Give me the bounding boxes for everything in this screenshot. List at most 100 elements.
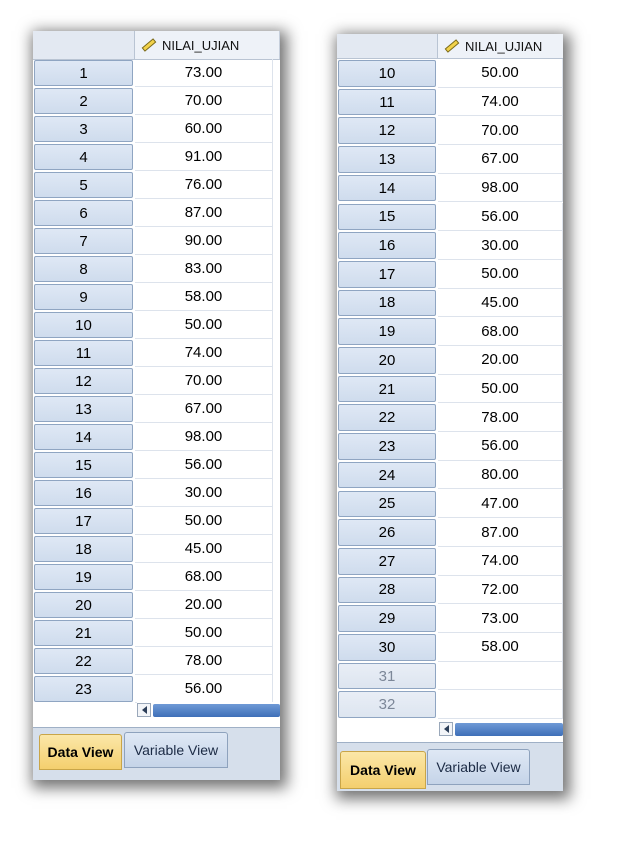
data-cell[interactable]: 98.00	[438, 173, 563, 203]
row-number-button[interactable]: 8	[34, 256, 133, 282]
row-number-button[interactable]: 23	[338, 433, 436, 460]
data-cell[interactable]: 70.00	[438, 116, 563, 146]
data-cell[interactable]: 50.00	[135, 619, 273, 647]
data-cell[interactable]: 78.00	[438, 403, 563, 433]
row-number-button[interactable]: 22	[338, 404, 436, 432]
data-cell[interactable]: 78.00	[135, 647, 273, 675]
row-number-button[interactable]: 13	[34, 396, 133, 422]
data-cell[interactable]: 70.00	[135, 367, 273, 395]
data-cell[interactable]: 30.00	[135, 479, 273, 507]
tab-data-view[interactable]: Data View	[39, 734, 122, 770]
data-cell[interactable]: 67.00	[135, 395, 273, 423]
row-number-button[interactable]: 14	[34, 424, 133, 450]
data-cell[interactable]: 90.00	[135, 227, 273, 255]
row-number-button[interactable]: 24	[338, 461, 436, 489]
row-number-button[interactable]: 25	[338, 490, 436, 518]
scroll-left-button[interactable]	[137, 703, 151, 717]
data-cell[interactable]	[438, 690, 563, 720]
row-number-button[interactable]: 20	[34, 592, 133, 618]
data-cell[interactable]: 74.00	[438, 87, 563, 117]
row-number-button[interactable]: 19	[338, 318, 436, 345]
header-corner[interactable]	[33, 31, 135, 59]
data-cell[interactable]: 45.00	[135, 535, 273, 563]
data-cell[interactable]: 20.00	[135, 591, 273, 619]
header-corner[interactable]	[337, 34, 438, 58]
row-number-button[interactable]: 18	[34, 536, 133, 562]
data-cell[interactable]: 60.00	[135, 115, 273, 143]
row-number-button[interactable]: 17	[34, 508, 133, 534]
tab-variable-view[interactable]: Variable View	[124, 732, 228, 768]
data-cell[interactable]: 74.00	[438, 546, 563, 576]
horizontal-scrollbar[interactable]	[439, 721, 563, 738]
row-number-button[interactable]: 27	[338, 547, 436, 575]
row-number-button[interactable]: 7	[34, 228, 133, 254]
data-cell[interactable]: 58.00	[438, 633, 563, 662]
data-cell[interactable]: 67.00	[438, 145, 563, 174]
data-cell[interactable]: 47.00	[438, 489, 563, 519]
row-number-button[interactable]: 6	[34, 200, 133, 226]
row-number-button[interactable]: 4	[34, 144, 133, 170]
row-number-button[interactable]: 31	[338, 662, 436, 690]
row-number-button[interactable]: 32	[338, 691, 436, 719]
data-cell[interactable]: 56.00	[438, 202, 563, 232]
data-cell[interactable]: 50.00	[438, 374, 563, 404]
data-cell[interactable]: 83.00	[135, 255, 273, 283]
row-number-button[interactable]: 2	[34, 88, 133, 114]
data-cell[interactable]	[438, 661, 563, 691]
column-header-nilai-ujian[interactable]: NILAI_UJIAN	[135, 31, 280, 59]
row-number-button[interactable]: 19	[34, 564, 133, 590]
row-number-button[interactable]: 1	[34, 60, 133, 86]
row-number-button[interactable]: 21	[338, 375, 436, 403]
row-number-button[interactable]: 18	[338, 289, 436, 317]
scrollbar-thumb[interactable]	[455, 723, 563, 736]
tab-data-view[interactable]: Data View	[340, 751, 426, 789]
row-number-button[interactable]: 12	[34, 368, 133, 394]
row-number-button[interactable]: 16	[338, 232, 436, 259]
data-cell[interactable]: 56.00	[438, 432, 563, 461]
scroll-left-button[interactable]	[439, 722, 453, 736]
row-number-button[interactable]: 13	[338, 146, 436, 173]
data-cell[interactable]: 68.00	[135, 563, 273, 591]
data-cell[interactable]: 80.00	[438, 460, 563, 490]
data-cell[interactable]: 50.00	[135, 507, 273, 535]
row-number-button[interactable]: 20	[338, 347, 436, 374]
row-number-button[interactable]: 23	[34, 676, 133, 702]
data-cell[interactable]: 50.00	[135, 311, 273, 339]
data-cell[interactable]: 76.00	[135, 171, 273, 199]
row-number-button[interactable]: 11	[34, 340, 133, 366]
row-number-button[interactable]: 22	[34, 648, 133, 674]
row-number-button[interactable]: 15	[338, 203, 436, 231]
row-number-button[interactable]: 11	[338, 88, 436, 116]
row-number-button[interactable]: 21	[34, 620, 133, 646]
data-cell[interactable]: 20.00	[438, 346, 563, 375]
row-number-button[interactable]: 16	[34, 480, 133, 506]
data-cell[interactable]: 56.00	[135, 451, 273, 479]
column-header-nilai-ujian[interactable]: NILAI_UJIAN	[438, 34, 563, 58]
row-number-button[interactable]: 28	[338, 576, 436, 604]
data-cell[interactable]: 70.00	[135, 87, 273, 115]
row-number-button[interactable]: 26	[338, 519, 436, 546]
data-cell[interactable]: 87.00	[438, 518, 563, 547]
data-cell[interactable]: 73.00	[135, 59, 273, 87]
data-cell[interactable]: 58.00	[135, 283, 273, 311]
row-number-button[interactable]: 14	[338, 174, 436, 202]
row-number-button[interactable]: 29	[338, 605, 436, 632]
row-number-button[interactable]: 10	[338, 60, 436, 87]
data-cell[interactable]: 56.00	[135, 675, 273, 703]
row-number-button[interactable]: 3	[34, 116, 133, 142]
tab-variable-view[interactable]: Variable View	[427, 749, 530, 785]
row-number-button[interactable]: 10	[34, 312, 133, 338]
row-number-button[interactable]: 15	[34, 452, 133, 478]
data-cell[interactable]: 91.00	[135, 143, 273, 171]
data-cell[interactable]: 30.00	[438, 231, 563, 260]
row-number-button[interactable]: 5	[34, 172, 133, 198]
horizontal-scrollbar[interactable]	[137, 702, 280, 719]
data-cell[interactable]: 74.00	[135, 339, 273, 367]
scrollbar-thumb[interactable]	[153, 704, 280, 717]
row-number-button[interactable]: 30	[338, 634, 436, 661]
data-cell[interactable]: 98.00	[135, 423, 273, 451]
data-cell[interactable]: 87.00	[135, 199, 273, 227]
data-cell[interactable]: 68.00	[438, 317, 563, 346]
data-cell[interactable]: 73.00	[438, 604, 563, 633]
row-number-button[interactable]: 12	[338, 117, 436, 145]
